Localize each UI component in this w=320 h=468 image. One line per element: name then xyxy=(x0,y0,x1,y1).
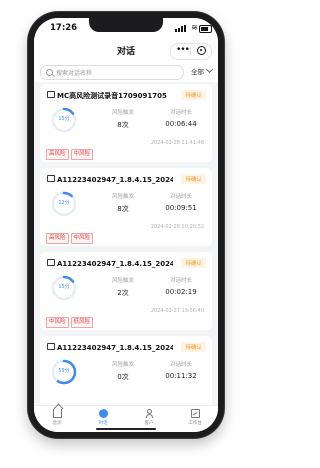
duration-label: 对话时长 xyxy=(169,278,192,284)
score-ring: 15分 xyxy=(50,106,78,134)
risk-trigger-label: 风险触发 xyxy=(111,278,134,284)
risk-trigger-label: 风险触发 xyxy=(111,362,134,368)
card-title: A11223402947_1.8.4.15_2024022... xyxy=(47,343,173,352)
conversation-card[interactable]: A11223402947_1.8.4.15_2024022... 待确认 12分… xyxy=(40,168,212,246)
chat-icon xyxy=(98,407,108,418)
score-label: 15分 xyxy=(58,116,70,122)
tab-label: 客户 xyxy=(144,421,154,426)
duration: 对话时长 00:09:51 xyxy=(156,192,206,212)
tab-customers[interactable]: 客户 xyxy=(126,409,172,426)
chevron-down-icon xyxy=(205,65,214,74)
chat-icon xyxy=(47,343,55,350)
risk-tags: 高风险 中风险 xyxy=(46,140,95,160)
duration-value: 00:11:32 xyxy=(165,372,197,380)
notch xyxy=(89,18,163,32)
card-title: A11223402947_1.8.4.15_2024022... xyxy=(47,259,173,268)
duration-value: 00:02:19 xyxy=(165,288,197,296)
risk-trigger-label: 风险触发 xyxy=(111,110,134,116)
workbench-icon xyxy=(190,409,200,418)
tab-home[interactable]: 首页 xyxy=(34,409,80,426)
risk-trigger-value: 8次 xyxy=(117,205,129,213)
score-ring: 59分 xyxy=(50,358,78,386)
risk-tag: 低风险 xyxy=(70,317,94,328)
filter-dropdown[interactable]: 全部 xyxy=(191,65,214,76)
score-label: 15分 xyxy=(58,284,70,290)
risk-trigger: 风险触发 8次 xyxy=(98,108,148,130)
battery-icon xyxy=(199,25,212,33)
wifi-icon: ≋ xyxy=(191,23,198,32)
close-target-icon[interactable] xyxy=(197,46,206,55)
card-date: 2024-02-28 11:41:46 xyxy=(150,140,204,146)
risk-tag: 中风险 xyxy=(70,233,94,244)
tab-label: 首页 xyxy=(52,421,62,426)
tab-workbench[interactable]: 工作台 xyxy=(172,409,218,426)
status-badge: 待确认 xyxy=(181,258,206,268)
card-date: 2024-02-28 10:20:32 xyxy=(150,224,204,230)
tab-label: 工作台 xyxy=(188,421,202,426)
search-placeholder: 搜索对话名称 xyxy=(56,70,93,77)
signal-icon xyxy=(175,25,186,32)
home-indicator xyxy=(96,428,156,430)
nav-bar: 对话 ••• xyxy=(34,40,218,62)
conversation-card[interactable]: A11223402947_1.8.4.15_2024022... 待确认 15分… xyxy=(40,252,212,330)
capsule-divider xyxy=(190,47,191,56)
score-ring: 15分 xyxy=(50,274,78,302)
card-date: 2024-02-27 13:56:40 xyxy=(150,308,204,314)
risk-trigger: 风险触发 8次 xyxy=(98,192,148,214)
risk-trigger: 风险触发 0次 xyxy=(98,360,148,382)
home-icon xyxy=(52,409,62,418)
duration: 对话时长 00:11:32 xyxy=(156,360,206,380)
duration-label: 对话时长 xyxy=(169,110,192,116)
conversation-card[interactable]: A11223402947_1.8.4.15_2024022... 待确认 59分… xyxy=(40,336,212,406)
score-ring: 12分 xyxy=(50,190,78,218)
score-label: 12分 xyxy=(58,200,70,206)
risk-tags: 中风险 低风险 xyxy=(46,308,95,328)
conversation-card[interactable]: MC高风险测试录音1709091705 待确认 15分 风险触发 8次 对话时长… xyxy=(40,84,212,162)
score-label: 59分 xyxy=(58,368,70,374)
card-title-text: A11223402947_1.8.4.15_2024022... xyxy=(57,260,173,268)
search-row: 搜索对话名称 全部 xyxy=(34,62,218,82)
risk-trigger-value: 8次 xyxy=(117,121,129,129)
chat-icon xyxy=(47,259,55,266)
risk-trigger-value: 0次 xyxy=(117,373,129,381)
duration-value: 00:06:44 xyxy=(165,120,197,128)
duration: 对话时长 00:06:44 xyxy=(156,108,206,128)
status-bar: 17:26 ≋ xyxy=(34,18,218,40)
risk-trigger: 风险触发 2次 xyxy=(98,276,148,298)
conversation-list: MC高风险测试录音1709091705 待确认 15分 风险触发 8次 对话时长… xyxy=(34,84,218,406)
more-icon[interactable]: ••• xyxy=(176,45,190,56)
app-screen: 17:26 ≋ 对话 ••• 搜索对话名称 全部 MC高风险测试录音170909… xyxy=(34,18,218,432)
duration: 对话时长 00:02:19 xyxy=(156,276,206,296)
tab-bar: 首页 对话 客户 工作台 xyxy=(34,405,218,432)
status-badge: 待确认 xyxy=(181,90,206,100)
risk-tag: 中风险 xyxy=(70,149,94,160)
status-time: 17:26 xyxy=(50,23,78,33)
tab-conversations[interactable]: 对话 xyxy=(80,407,126,426)
user-icon xyxy=(145,409,154,418)
duration-label: 对话时长 xyxy=(169,194,192,200)
phone-frame: 17:26 ≋ 对话 ••• 搜索对话名称 全部 MC高风险测试录音170909… xyxy=(28,12,224,438)
risk-trigger-label: 风险触发 xyxy=(111,194,134,200)
chat-icon xyxy=(47,91,55,98)
card-title-text: A11223402947_1.8.4.15_2024022... xyxy=(57,344,173,352)
filter-label: 全部 xyxy=(191,68,204,76)
card-title-text: MC高风险测试录音1709091705 xyxy=(57,92,167,100)
search-icon xyxy=(46,69,53,76)
search-input[interactable]: 搜索对话名称 xyxy=(40,65,184,80)
card-title-text: A11223402947_1.8.4.15_2024022... xyxy=(57,176,173,184)
status-badge: 待确认 xyxy=(181,342,206,352)
status-badge: 待确认 xyxy=(181,174,206,184)
risk-tag: 高风险 xyxy=(46,149,69,160)
risk-trigger-value: 2次 xyxy=(117,289,129,297)
card-title: MC高风险测试录音1709091705 xyxy=(47,91,173,101)
risk-tag: 中风险 xyxy=(46,317,69,328)
duration-label: 对话时长 xyxy=(169,362,192,368)
mini-program-capsule: ••• xyxy=(170,43,212,60)
chat-icon xyxy=(47,175,55,182)
risk-tags: 高风险 中风险 xyxy=(46,224,95,244)
risk-tag: 高风险 xyxy=(46,233,69,244)
duration-value: 00:09:51 xyxy=(165,204,197,212)
card-title: A11223402947_1.8.4.15_2024022... xyxy=(47,175,173,184)
tab-label: 对话 xyxy=(98,421,108,426)
